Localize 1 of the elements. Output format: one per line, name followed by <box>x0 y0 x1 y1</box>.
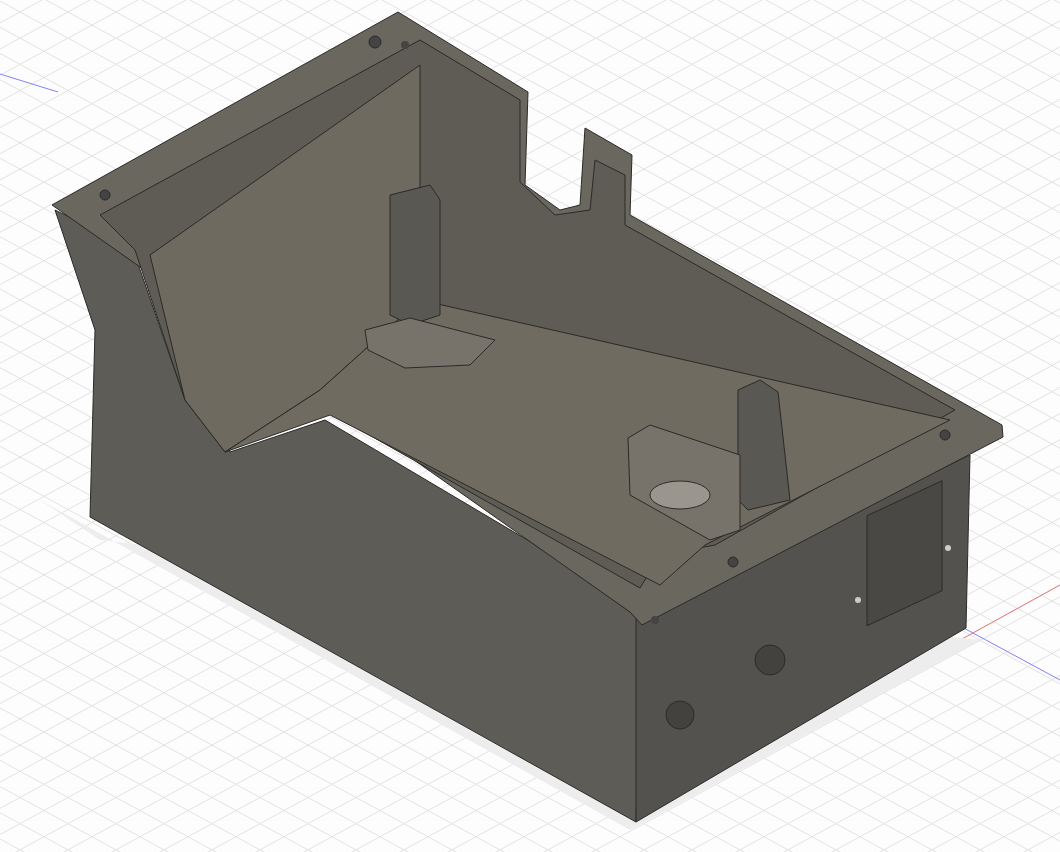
axis-line <box>0 73 59 93</box>
